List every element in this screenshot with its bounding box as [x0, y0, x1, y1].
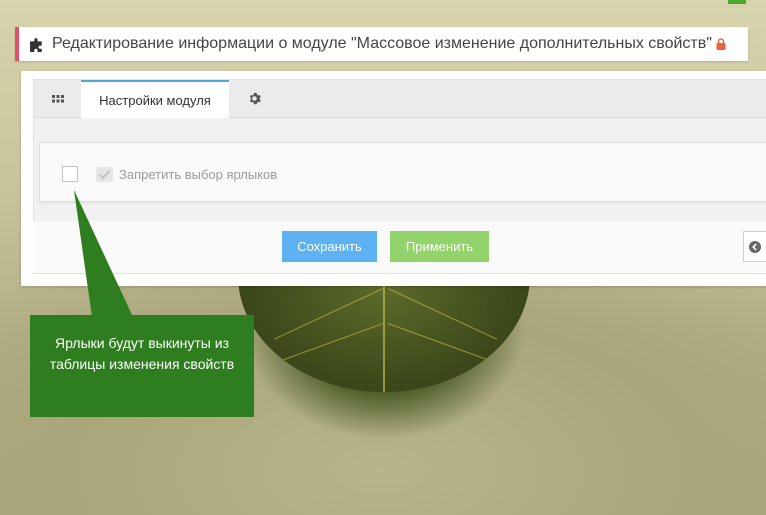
grid-icon — [51, 94, 64, 102]
gear-icon — [249, 92, 261, 105]
page-header: Редактирование информации о модуле "Масс… — [15, 27, 748, 61]
leaf-image — [238, 268, 530, 392]
forbid-labels-label: Запретить выбор ярлыков — [119, 167, 278, 182]
check-icon — [96, 167, 113, 182]
back-arrow-icon — [749, 240, 761, 253]
hint-tooltip: Ярлыки будут выкинуты из таблицы изменен… — [30, 315, 254, 417]
page-title: Редактирование информации о модуле "Масс… — [52, 35, 712, 52]
tab-grid[interactable] — [34, 80, 81, 117]
tab-bar: Настройки модуля — [34, 80, 766, 118]
puzzle-icon — [30, 37, 42, 52]
actions-row: Сохранить Применить — [33, 221, 766, 273]
tab-gear[interactable] — [242, 80, 266, 117]
apply-button[interactable]: Применить — [390, 231, 489, 262]
tab-module-settings[interactable]: Настройки модуля — [81, 80, 229, 118]
settings-form: Запретить выбор ярлыков — [39, 142, 766, 202]
lock-icon — [716, 38, 726, 50]
background-accent — [728, 0, 746, 4]
forbid-labels-checkbox[interactable] — [62, 166, 78, 182]
module-settings-panel: Настройки модуля Запретить выбор ярлыков… — [21, 71, 766, 286]
save-button[interactable]: Сохранить — [282, 231, 377, 262]
back-button[interactable] — [743, 231, 766, 262]
